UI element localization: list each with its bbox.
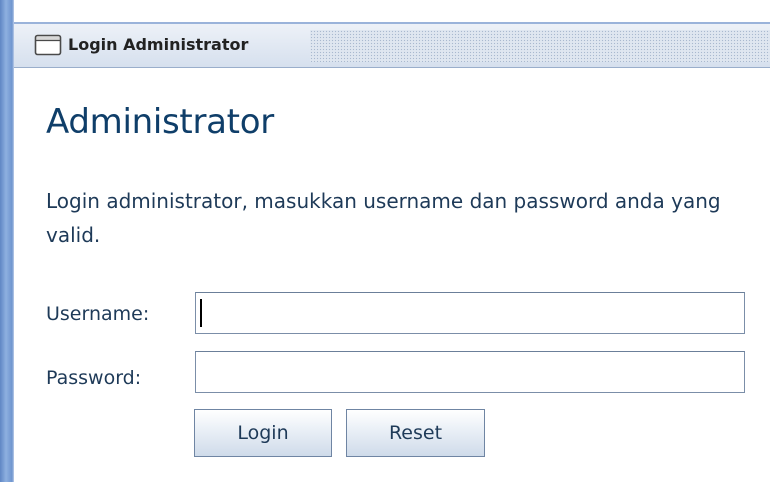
login-button[interactable]: Login	[194, 409, 332, 457]
titlebar-pattern	[310, 30, 770, 62]
login-window: Login Administrator Administrator Login …	[0, 0, 770, 482]
page-title: Administrator	[46, 102, 274, 142]
reset-button[interactable]: Reset	[346, 409, 485, 457]
titlebar-top-edge	[14, 22, 770, 24]
password-label: Password:	[46, 367, 142, 389]
window-icon	[34, 34, 62, 56]
login-description: Login administrator, masukkan username d…	[46, 189, 721, 247]
window-title: Login Administrator	[68, 35, 249, 54]
text-caret	[200, 299, 202, 327]
password-field[interactable]	[195, 351, 745, 393]
username-label: Username:	[46, 303, 150, 325]
window-left-border	[0, 0, 14, 482]
window-titlebar[interactable]: Login Administrator	[14, 22, 770, 68]
username-field[interactable]	[195, 292, 745, 334]
